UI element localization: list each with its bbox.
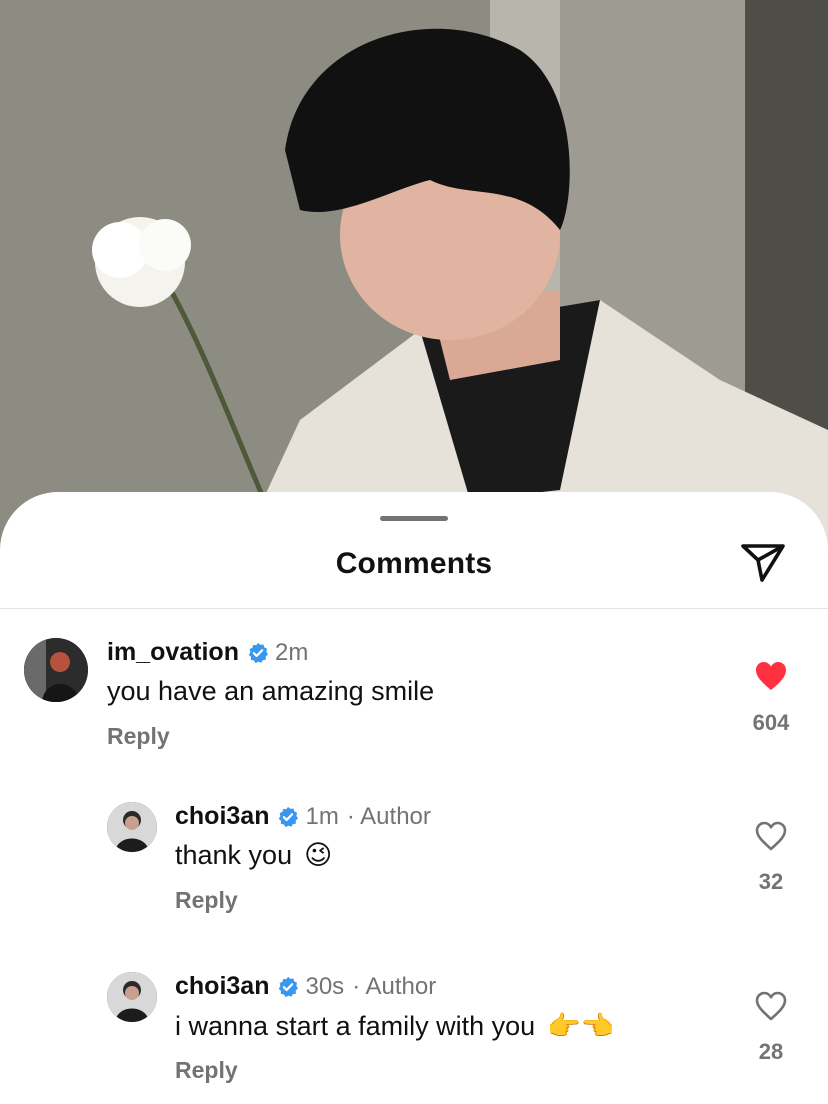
- comment-body: thank you: [175, 840, 293, 870]
- username[interactable]: choi3an: [175, 802, 269, 831]
- reply-button[interactable]: Reply: [175, 1057, 238, 1084]
- avatar[interactable]: [107, 802, 157, 852]
- comment-text: you have an amazing smile: [107, 676, 434, 707]
- comment-text: thank you 😉: [175, 840, 332, 871]
- like-count: 28: [758, 1039, 784, 1064]
- verified-badge-icon: [248, 642, 268, 663]
- comment: im_ovation 2m you have an amazing smile …: [0, 638, 828, 768]
- verified-badge-icon: [279, 806, 299, 827]
- divider: [0, 608, 828, 609]
- author-tag: · Author: [346, 802, 431, 830]
- author-tag: · Author: [352, 972, 437, 1000]
- like-count: 32: [758, 869, 784, 894]
- send-icon[interactable]: [738, 542, 788, 584]
- comment-body: you have an amazing smile: [107, 676, 435, 706]
- heart-outline-icon[interactable]: [754, 820, 788, 852]
- comment-reply: choi3an 30s · Author i wanna start a fam…: [0, 972, 828, 1102]
- reply-button[interactable]: Reply: [175, 887, 238, 914]
- heart-outline-icon[interactable]: [754, 990, 788, 1022]
- comment-text: i wanna start a family with you 👉👈: [175, 1010, 614, 1042]
- username[interactable]: im_ovation: [107, 638, 239, 667]
- timestamp: 2m: [274, 638, 309, 666]
- heart-filled-icon[interactable]: [754, 660, 788, 692]
- reply-button[interactable]: Reply: [107, 723, 170, 750]
- comment-meta: choi3an 30s · Author: [175, 972, 436, 1001]
- comment-body: i wanna start a family with you: [175, 1010, 536, 1041]
- avatar[interactable]: [107, 972, 157, 1022]
- avatar[interactable]: [24, 638, 88, 702]
- comment-meta: choi3an 1m · Author: [175, 802, 431, 831]
- wink-emoji: 😉: [304, 840, 333, 870]
- sheet-title: Comments: [335, 547, 493, 580]
- post-photo: [0, 0, 828, 560]
- username[interactable]: choi3an: [175, 972, 269, 1001]
- comment-meta: im_ovation 2m: [107, 638, 308, 667]
- timestamp: 1m: [305, 802, 339, 830]
- timestamp: 30s: [305, 972, 345, 1000]
- drag-handle[interactable]: [380, 516, 448, 521]
- verified-badge-icon: [279, 976, 299, 997]
- like-count: 604: [752, 710, 790, 735]
- comments-sheet: Comments im_ovation 2m you have an amazi…: [0, 492, 828, 1104]
- comment-reply: choi3an 1m · Author thank you 😉 Reply 32: [0, 802, 828, 932]
- pointing-fingers-emoji: 👉👈: [547, 1011, 615, 1041]
